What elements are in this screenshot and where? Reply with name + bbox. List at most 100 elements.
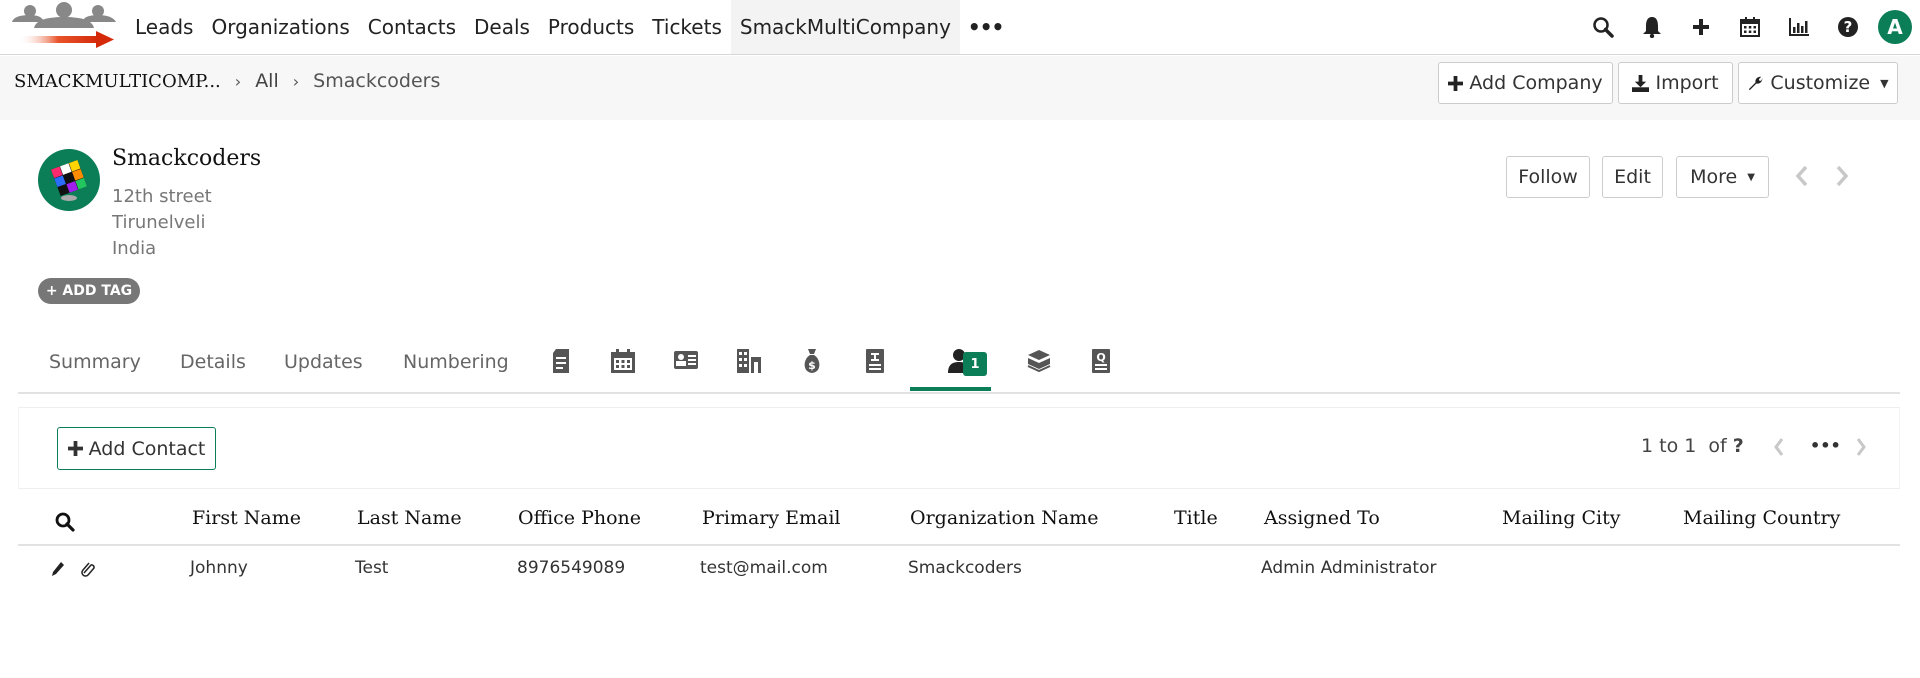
- chevron-left-icon: [1795, 165, 1808, 187]
- breadcrumb-module[interactable]: SMACKMULTICOMP...: [14, 71, 221, 92]
- related-list-toolbar: [18, 407, 1900, 489]
- add-contact-label: Add Contact: [88, 437, 206, 460]
- cell-assigned-to: Admin Administrator: [1261, 558, 1437, 578]
- address-country: India: [112, 238, 157, 259]
- tab-activities[interactable]: [608, 346, 638, 376]
- tab-deals[interactable]: $: [797, 346, 827, 376]
- more-label: More: [1690, 166, 1738, 188]
- chevron-right-icon: [1856, 438, 1866, 456]
- edit-button[interactable]: Edit: [1602, 156, 1663, 198]
- page-jump-button[interactable]: •••: [1810, 436, 1841, 455]
- unlink-icon[interactable]: [80, 561, 96, 582]
- more-button[interactable]: More ▼: [1676, 156, 1769, 198]
- previous-record-button[interactable]: [1795, 164, 1809, 193]
- column-header-office-phone[interactable]: Office Phone: [518, 507, 641, 529]
- customize-button[interactable]: Customize ▼: [1738, 62, 1898, 104]
- svg-text:?: ?: [1843, 18, 1852, 36]
- calendar-icon[interactable]: [1725, 0, 1774, 54]
- bell-icon[interactable]: [1627, 0, 1676, 54]
- plus-icon[interactable]: [1676, 0, 1725, 54]
- chevron-right-icon: ›: [234, 71, 242, 91]
- follow-button[interactable]: Follow: [1506, 156, 1590, 198]
- search-icon[interactable]: [55, 512, 75, 537]
- building-icon: [737, 349, 761, 373]
- next-record-button[interactable]: [1835, 164, 1849, 193]
- download-icon: [1632, 74, 1650, 92]
- invoice-icon: [866, 349, 884, 373]
- nav-item-deals[interactable]: Deals: [465, 0, 539, 54]
- column-header-assigned-to[interactable]: Assigned To: [1264, 507, 1380, 529]
- nav-more-menu[interactable]: •••: [960, 15, 1011, 39]
- pencil-icon[interactable]: [51, 561, 65, 582]
- cell-last-name: Test: [355, 558, 389, 578]
- pagination-info: 1 to 1 of ?: [1641, 435, 1744, 457]
- follow-label: Follow: [1518, 166, 1578, 188]
- cell-organization-name[interactable]: Smackcoders: [908, 558, 1022, 578]
- pagination-total[interactable]: ?: [1733, 435, 1744, 457]
- chart-icon[interactable]: [1774, 0, 1823, 54]
- box-icon: [1027, 350, 1051, 373]
- address-city: Tirunelveli: [112, 212, 206, 233]
- tab-invoices[interactable]: [860, 346, 890, 376]
- contacts-count-badge: 1: [963, 352, 987, 376]
- previous-page-button[interactable]: [1773, 436, 1785, 463]
- tab-updates[interactable]: Updates: [284, 351, 363, 373]
- import-button[interactable]: Import: [1618, 62, 1733, 104]
- help-icon[interactable]: ?: [1823, 0, 1872, 54]
- cell-office-phone: 8976549089: [517, 558, 626, 578]
- edit-label: Edit: [1614, 166, 1651, 188]
- add-tag-button[interactable]: + ADD TAG: [38, 278, 140, 304]
- pagination-of: of: [1708, 435, 1727, 457]
- tab-numbering[interactable]: Numbering: [403, 351, 509, 373]
- column-header-last-name[interactable]: Last Name: [357, 507, 462, 529]
- cell-first-name[interactable]: Johnny: [190, 558, 248, 578]
- chevron-left-icon: [1774, 438, 1784, 456]
- column-header-mailing-country[interactable]: Mailing Country: [1683, 507, 1840, 529]
- svg-text:$: $: [808, 359, 816, 372]
- next-page-button[interactable]: [1855, 436, 1867, 463]
- address-street: 12th street: [112, 186, 212, 207]
- breadcrumb-filter[interactable]: All: [255, 70, 279, 92]
- active-tab-indicator: [910, 387, 991, 391]
- tab-details[interactable]: Details: [180, 351, 246, 373]
- calendar-icon: [611, 349, 635, 373]
- tab-summary[interactable]: Summary: [49, 351, 141, 373]
- table-header: First Name Last Name Office Phone Primar…: [18, 500, 1900, 546]
- add-company-button[interactable]: Add Company: [1438, 62, 1613, 104]
- nav-item-products[interactable]: Products: [539, 0, 643, 54]
- app-logo[interactable]: [4, 2, 122, 50]
- search-icon[interactable]: [1578, 0, 1627, 54]
- caret-down-icon: ▼: [1747, 171, 1755, 183]
- nav-item-smackmulticompany[interactable]: SmackMultiCompany: [730, 0, 960, 54]
- chevron-right-icon: ›: [292, 71, 300, 91]
- add-company-label: Add Company: [1469, 72, 1603, 94]
- tab-contact-cards[interactable]: [671, 346, 701, 376]
- column-header-mailing-city[interactable]: Mailing City: [1502, 507, 1620, 529]
- nav-item-tickets[interactable]: Tickets: [643, 0, 731, 54]
- record-name: Smackcoders: [112, 146, 262, 171]
- tab-products[interactable]: [1024, 346, 1054, 376]
- caret-down-icon: ▼: [1880, 76, 1889, 90]
- top-navigation-bar: Leads Organizations Contacts Deals Produ…: [0, 0, 1920, 55]
- tab-quotes[interactable]: Q: [1086, 346, 1116, 376]
- tab-documents[interactable]: [546, 346, 576, 376]
- cell-primary-email[interactable]: test@mail.com: [700, 558, 828, 578]
- column-header-organization-name[interactable]: Organization Name: [910, 507, 1098, 529]
- user-avatar[interactable]: A: [1878, 10, 1912, 44]
- column-header-first-name[interactable]: First Name: [192, 507, 301, 529]
- nav-item-contacts[interactable]: Contacts: [359, 0, 465, 54]
- import-label: Import: [1655, 72, 1719, 94]
- breadcrumb-record: Smackcoders: [313, 70, 441, 92]
- plus-icon: [67, 441, 83, 456]
- pagination-range: 1 to 1: [1641, 435, 1697, 457]
- column-header-title[interactable]: Title: [1174, 507, 1218, 529]
- money-bag-icon: $: [804, 349, 820, 373]
- quote-icon: Q: [1092, 349, 1110, 373]
- nav-item-leads[interactable]: Leads: [126, 0, 202, 54]
- add-contact-button[interactable]: Add Contact: [57, 427, 216, 470]
- column-header-primary-email[interactable]: Primary Email: [702, 507, 841, 529]
- tab-organizations[interactable]: [734, 346, 764, 376]
- contact-card-icon: [674, 351, 698, 369]
- nav-item-organizations[interactable]: Organizations: [202, 0, 358, 54]
- breadcrumb: SMACKMULTICOMP... › All › Smackcoders: [14, 56, 440, 106]
